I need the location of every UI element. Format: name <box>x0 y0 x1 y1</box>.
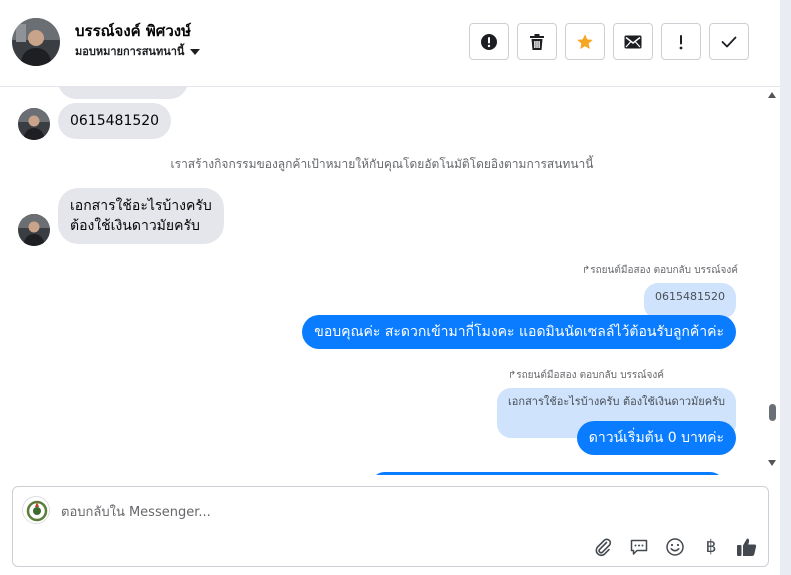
assign-conversation-dropdown[interactable]: มอบหมายการสนทนานี้ <box>75 42 201 60</box>
follow-up-button[interactable] <box>661 23 701 60</box>
reply-composer: ตอบกลับใน Messenger... ฿ <box>12 486 769 567</box>
attach-button[interactable] <box>592 536 614 558</box>
quoted-message[interactable]: 0615481520 <box>644 283 736 319</box>
contact-name: บรรณ์จงค์ พิศวงษ์ <box>75 22 191 40</box>
mark-unread-button[interactable] <box>613 23 653 60</box>
reply-input[interactable]: ตอบกลับใน Messenger... <box>61 501 211 522</box>
message-bubble-phone: 0615481520 <box>58 103 172 139</box>
emoji-button[interactable] <box>664 536 686 558</box>
smiley-icon <box>666 538 684 556</box>
sender-avatar <box>18 108 50 140</box>
star-button[interactable] <box>565 23 605 60</box>
scroll-down-arrow-icon[interactable] <box>768 460 776 466</box>
messenger-inbox: บรรณ์จงค์ พิศวงษ์ มอบหมายการสนทนานี้ 061… <box>0 0 791 575</box>
message-bubble-question: เอกสารใช้อะไรบ้างครับ ต้องใช้เงินดาวมัยค… <box>58 188 224 244</box>
contact-avatar[interactable] <box>12 18 60 66</box>
message-bubble-reply: ดาวน์เริ่มต้น 0 บาทค่ะ <box>576 421 736 455</box>
mark-spam-button[interactable] <box>469 23 509 60</box>
assign-label: มอบหมายการสนทนานี้ <box>75 45 185 58</box>
sender-avatar <box>18 214 50 246</box>
reply-meta: ↱รถยนต์มือสอง ตอบกลับ บรรณ์จงค์ <box>582 263 738 278</box>
caret-down-icon <box>190 48 201 55</box>
star-icon <box>577 33 593 49</box>
saved-replies-button[interactable] <box>628 536 650 558</box>
message-bubble-reply: ขอบคุณค่ะ สะดวกเข้ามากี่โมงคะ แอดมินนัดเ… <box>302 315 736 349</box>
envelope-icon <box>624 35 642 48</box>
thread-scrollbar[interactable] <box>764 87 780 475</box>
reply-meta: ↱รถยนต์มือสอง ตอบกลับ บรรณ์จงค์ <box>508 368 664 383</box>
scroll-up-arrow-icon[interactable] <box>768 92 776 98</box>
message-bubble-clipped <box>370 472 725 475</box>
header-actions <box>469 23 749 60</box>
mark-done-button[interactable] <box>709 23 749 60</box>
payment-button[interactable]: ฿ <box>700 536 722 558</box>
message-bubble-clipped <box>58 87 188 99</box>
reply-arrow-icon: ↱ <box>507 370 517 381</box>
message-line: เอกสารใช้อะไรบ้างครับ <box>70 198 212 214</box>
like-button[interactable] <box>736 536 758 558</box>
checkmark-icon <box>721 36 737 47</box>
baht-icon: ฿ <box>705 537 717 557</box>
reply-meta-text: รถยนต์มือสอง ตอบกลับ บรรณ์จงค์ <box>590 265 738 276</box>
chat-bubble-icon <box>630 539 648 555</box>
page-avatar <box>22 496 50 524</box>
page-scroll-rail <box>780 0 791 575</box>
conversation-header: บรรณ์จงค์ พิศวงษ์ มอบหมายการสนทนานี้ <box>0 0 780 87</box>
exclamation-circle-icon <box>481 33 497 50</box>
system-note: เราสร้างกิจกรรมของลูกค้าเป้าหมายให้กับคุ… <box>170 157 594 171</box>
delete-button[interactable] <box>517 23 557 60</box>
exclamation-icon <box>679 34 683 49</box>
thumbs-up-icon <box>737 538 757 556</box>
paperclip-icon <box>595 538 612 557</box>
reply-arrow-icon: ↱ <box>581 265 591 276</box>
trash-icon <box>530 33 544 50</box>
composer-tools: ฿ <box>592 536 758 558</box>
reply-meta-text: รถยนต์มือสอง ตอบกลับ บรรณ์จงค์ <box>516 370 664 381</box>
message-thread[interactable]: 0615481520 เราสร้างกิจกรรมของลูกค้าเป้าห… <box>0 87 764 475</box>
message-line: ต้องใช้เงินดาวมัยครับ <box>70 218 200 234</box>
scrollbar-thumb[interactable] <box>769 404 776 421</box>
